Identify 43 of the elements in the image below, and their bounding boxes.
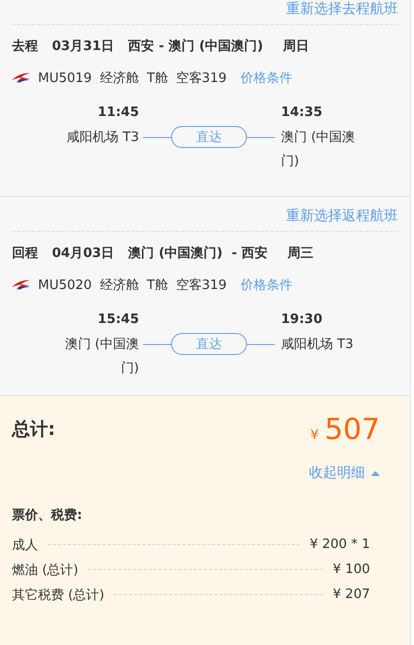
direction-label: 回程: [12, 245, 38, 262]
price-rules-link[interactable]: 价格条件: [240, 276, 293, 294]
arrival-airport: 咸阳机场 T3: [281, 336, 354, 354]
cabin-class: 经济舱: [100, 70, 139, 87]
aircraft-type: 空客319: [176, 70, 227, 87]
weekday-text: 周三: [288, 245, 314, 262]
cabin-class: 经济舱: [100, 277, 139, 294]
arrival-airport: 澳门 (中国澳门): [281, 129, 356, 171]
departure-time: 11:45: [98, 105, 139, 120]
departure-time: 15:45: [98, 312, 139, 327]
fee-label: 其它税费 (总计): [12, 586, 104, 604]
nonstop-badge: 直达: [171, 333, 247, 355]
fee-label: 燃油 (总计): [12, 562, 78, 578]
arrival-time: 19:30: [281, 312, 322, 327]
fee-value: ¥ 100: [332, 562, 370, 577]
direction-label: 去程: [12, 38, 38, 55]
price-rules-link[interactable]: 价格条件: [240, 69, 293, 87]
route-text: 澳门 (中国澳门) - 西安: [128, 244, 268, 262]
weekday-text: 周日: [283, 38, 310, 55]
breakdown-title: 票价、税费:: [12, 507, 84, 525]
route-text: 西安 - 澳门 (中国澳门): [128, 38, 264, 55]
fee-value: ¥ 200 * 1: [310, 537, 370, 552]
flight-date: 04月03日: [52, 245, 114, 262]
swallow-logo-icon: [12, 72, 30, 84]
cabin-code: T舱: [146, 277, 168, 294]
fee-label: 成人: [12, 536, 38, 554]
swallow-logo-icon: [12, 279, 30, 291]
reselect-flight-link[interactable]: 重新选择返程航班: [286, 207, 398, 225]
reselect-flight-link[interactable]: 重新选择去程航班: [286, 0, 398, 18]
departure-airport: 澳门 (中国澳门): [64, 336, 139, 378]
flight-number: MU5019: [38, 70, 92, 86]
flight-number: MU5020: [38, 278, 92, 292]
currency-symbol: ¥: [310, 428, 319, 443]
collapse-details-link[interactable]: 收起明细: [309, 464, 365, 482]
total-label: 总计:: [12, 418, 56, 441]
fee-value: ¥ 207: [332, 587, 370, 602]
departure-airport: 咸阳机场 T3: [66, 129, 139, 147]
total-amount: 507: [324, 412, 380, 446]
aircraft-type: 空客319: [176, 277, 227, 294]
arrival-time: 14:35: [281, 105, 322, 120]
cabin-code: T舱: [146, 70, 168, 87]
flight-date: 03月31日: [52, 38, 114, 55]
nonstop-badge: 直达: [171, 126, 247, 148]
